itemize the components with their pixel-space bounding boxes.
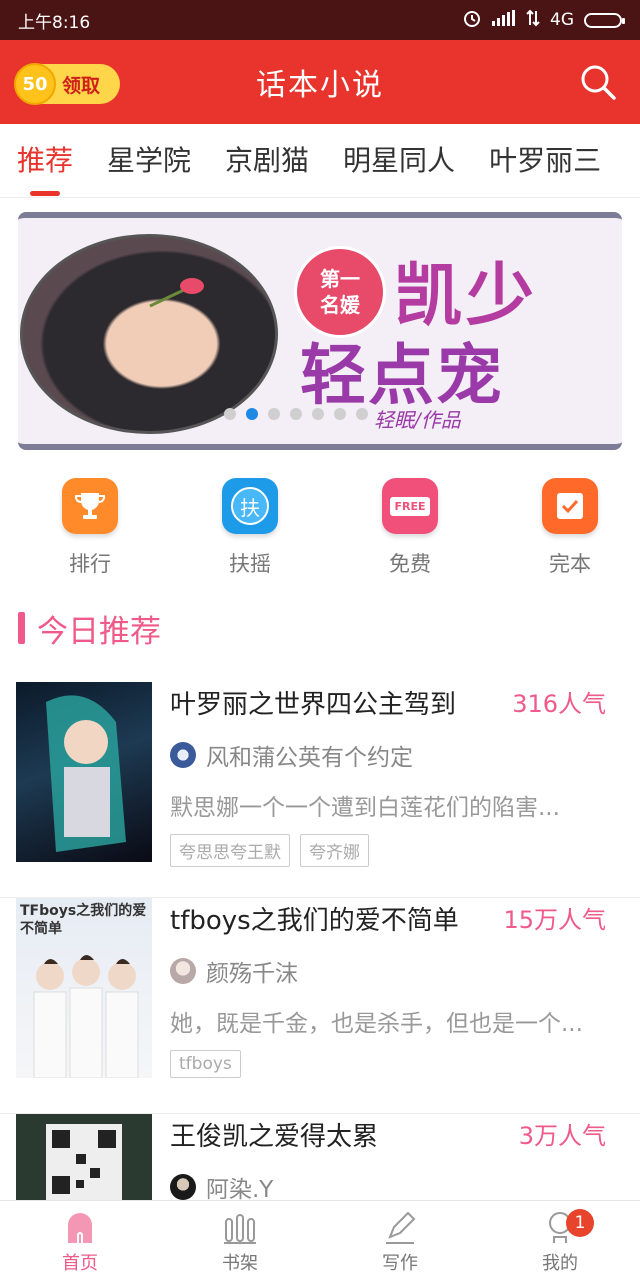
carousel-dot[interactable] xyxy=(356,408,368,420)
signal-icon xyxy=(492,9,516,31)
list-item[interactable]: TFboys之我们的爱不简单 tfboys之我们的爱不简单 15万人气 颜殇千沫… xyxy=(0,898,640,1114)
carousel-dot[interactable] xyxy=(268,408,280,420)
free-button[interactable]: FREE 免费 xyxy=(340,478,480,588)
check-icon xyxy=(542,478,598,534)
book-title: 叶罗丽之世界四公主驾到 xyxy=(170,690,457,720)
bookshelf-icon xyxy=(224,1214,256,1244)
carousel-dot[interactable] xyxy=(312,408,324,420)
nav-profile-label: 我的 xyxy=(542,1253,578,1274)
section-title: 今日推荐 xyxy=(37,613,161,650)
section-header: 今日推荐 xyxy=(18,608,161,650)
nav-home[interactable]: 首页 xyxy=(0,1201,160,1280)
avatar xyxy=(170,1174,196,1200)
claim-label: 领取 xyxy=(62,74,101,97)
carousel-dot[interactable] xyxy=(290,408,302,420)
bottom-navigation: 首页 书架 写作 1 我的 xyxy=(0,1200,640,1280)
banner-carousel[interactable]: 第一 名媛 凯少 轻点宠 轻眠/作品 xyxy=(18,212,622,450)
carousel-dot[interactable] xyxy=(334,408,346,420)
nav-bookshelf[interactable]: 书架 xyxy=(160,1201,320,1280)
claim-coins-button[interactable]: 50 领取 xyxy=(14,63,120,105)
alarm-icon xyxy=(462,8,482,33)
tab-recommend[interactable]: 推荐 xyxy=(0,124,90,197)
author-name: 颜殇千沫 xyxy=(206,961,298,987)
ranking-label: 排行 xyxy=(69,552,111,576)
free-icon: FREE xyxy=(382,478,438,534)
nav-write-label: 写作 xyxy=(382,1253,418,1274)
category-tabs: 推荐 星学院 京剧猫 明星同人 叶罗丽三 xyxy=(0,124,640,198)
nav-home-label: 首页 xyxy=(62,1253,98,1274)
app-title: 话本小说 xyxy=(256,68,384,103)
network-type: 4G xyxy=(550,10,574,30)
banner-portrait-image xyxy=(20,234,278,434)
free-label: 免费 xyxy=(389,552,431,576)
section-accent-bar xyxy=(18,612,25,644)
rose-icon xyxy=(149,278,204,308)
book-tag[interactable]: 夸齐娜 xyxy=(300,834,369,867)
author-name: 阿染.Y xyxy=(206,1177,274,1203)
tab-yeluoli[interactable]: 叶罗丽三 xyxy=(472,124,618,197)
app-header: 50 领取 话本小说 xyxy=(0,40,640,124)
book-tag[interactable]: tfboys xyxy=(170,1050,241,1078)
fuyao-icon: 扶 xyxy=(222,478,278,534)
book-popularity: 316人气 xyxy=(512,690,606,718)
nav-bookshelf-label: 书架 xyxy=(222,1253,258,1274)
banner-author: 轻眠/作品 xyxy=(374,408,461,432)
status-time: 上午8:16 xyxy=(18,12,91,33)
book-title: 王俊凯之爱得太累 xyxy=(170,1122,379,1152)
pencil-icon xyxy=(386,1211,416,1244)
tab-celebrity-fanfic[interactable]: 明星同人 xyxy=(326,124,472,197)
ranking-button[interactable]: 排行 xyxy=(20,478,160,588)
trophy-icon xyxy=(62,478,118,534)
data-transfer-icon xyxy=(526,9,540,32)
coin-icon: 50 xyxy=(14,63,56,105)
avatar xyxy=(170,742,196,768)
nav-profile[interactable]: 1 我的 xyxy=(480,1201,640,1280)
avatar xyxy=(170,958,196,984)
carousel-indicators xyxy=(224,408,368,420)
carousel-dot[interactable] xyxy=(224,408,236,420)
book-summary: 她，既是千金，也是杀手，但也是一个... xyxy=(170,1011,583,1037)
completed-label: 完本 xyxy=(549,552,591,576)
book-summary: 默思娜一个一个遭到白莲花们的陷害... xyxy=(170,795,560,821)
nav-write[interactable]: 写作 xyxy=(320,1201,480,1280)
tab-opera-cat[interactable]: 京剧猫 xyxy=(208,124,326,197)
book-cover: TFboys之我们的爱不简单 xyxy=(16,898,152,1078)
status-bar: 上午8:16 4G xyxy=(0,0,640,40)
completed-button[interactable]: 完本 xyxy=(500,478,640,588)
notification-badge: 1 xyxy=(566,1209,594,1237)
book-tag[interactable]: 夸思思夸王默 xyxy=(170,834,290,867)
quick-menu: 排行 扶 扶摇 FREE 免费 完本 xyxy=(0,478,640,588)
book-title: tfboys之我们的爱不简单 xyxy=(170,906,459,936)
tab-star-academy[interactable]: 星学院 xyxy=(90,124,208,197)
fuyao-label: 扶摇 xyxy=(229,552,271,576)
home-icon xyxy=(68,1213,92,1243)
fuyao-button[interactable]: 扶 扶摇 xyxy=(180,478,320,588)
book-cover xyxy=(16,682,152,862)
list-item[interactable]: 叶罗丽之世界四公主驾到 316人气 风和蒲公英有个约定 默思娜一个一个遭到白莲花… xyxy=(0,682,640,898)
book-popularity: 3万人气 xyxy=(518,1122,606,1150)
author-name: 风和蒲公英有个约定 xyxy=(206,745,413,771)
book-popularity: 15万人气 xyxy=(503,906,606,934)
battery-icon xyxy=(584,12,625,28)
carousel-dot[interactable] xyxy=(246,408,258,420)
search-icon[interactable] xyxy=(578,62,618,102)
